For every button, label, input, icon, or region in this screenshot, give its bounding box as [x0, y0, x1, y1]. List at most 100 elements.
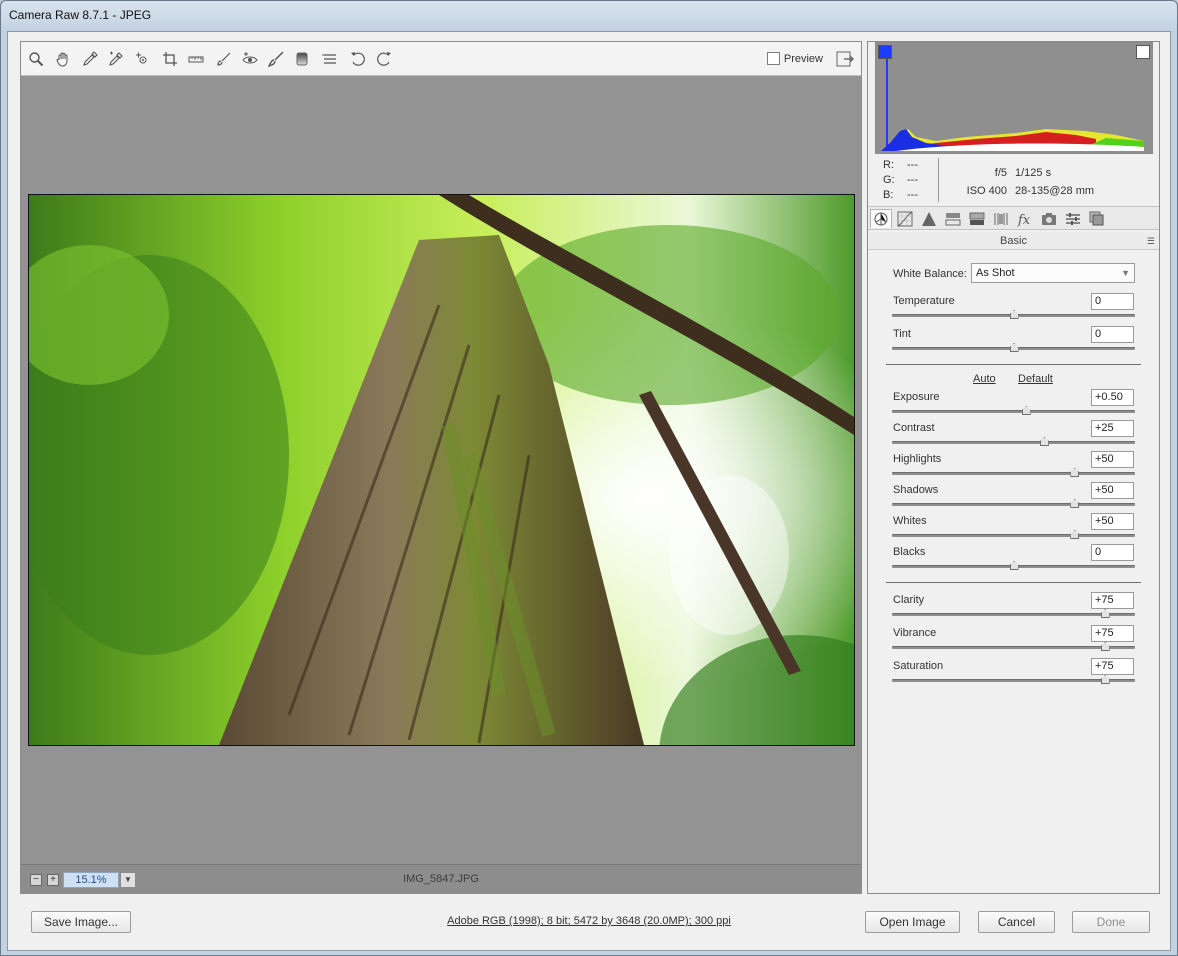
readout-divider — [938, 158, 939, 202]
shadow-clipping-warning-icon[interactable] — [878, 45, 892, 59]
tab-basic-icon[interactable] — [870, 209, 892, 228]
white-balance-tool-icon[interactable] — [81, 50, 99, 68]
contrast-slider[interactable] — [892, 437, 1135, 446]
tab-tone-curve-icon[interactable] — [894, 209, 916, 228]
iso: ISO 400 — [966, 185, 1007, 197]
tab-detail-icon[interactable] — [918, 209, 940, 228]
vibrance-slider[interactable] — [892, 642, 1135, 651]
toolbar: Preview — [21, 42, 861, 76]
color-sampler-tool-icon[interactable] — [107, 50, 125, 68]
svg-text:fx: fx — [1017, 213, 1031, 227]
tab-snapshots-icon[interactable] — [1086, 209, 1108, 228]
blacks-slider[interactable] — [892, 561, 1135, 570]
temperature-slider-thumb[interactable] — [1009, 310, 1019, 319]
whites-slider[interactable] — [892, 530, 1135, 539]
highlights-slider[interactable] — [892, 468, 1135, 477]
spot-removal-tool-icon[interactable] — [215, 50, 233, 68]
shadows-label: Shadows — [893, 484, 939, 496]
tab-hsl-icon[interactable] — [942, 209, 964, 228]
exposure-slider[interactable] — [892, 406, 1135, 415]
targeted-adjustment-tool-icon[interactable] — [133, 50, 151, 68]
panel-menu-icon[interactable]: ☰ — [1147, 236, 1155, 247]
workflow-options-text[interactable]: Adobe RGB (1998); 8 bit; 5472 by 3648 (2… — [447, 915, 731, 927]
clarity-slider-thumb[interactable] — [1100, 609, 1110, 618]
auto-link[interactable]: Auto — [973, 373, 996, 385]
temperature-slider[interactable] — [892, 310, 1135, 319]
adjustment-brush-icon[interactable] — [267, 50, 285, 68]
panel-tabs: fx — [868, 206, 1159, 230]
save-image-button[interactable]: Save Image... — [31, 911, 131, 933]
crop-tool-icon[interactable] — [161, 50, 179, 68]
contrast-value[interactable]: +25 — [1091, 420, 1134, 437]
panel-title: Basic — [868, 232, 1159, 250]
straighten-tool-icon[interactable] — [187, 50, 205, 68]
blacks-slider-thumb[interactable] — [1009, 561, 1019, 570]
preview-panel: Preview − + 15.1% ▼ IMG_5847.JPG — [20, 41, 862, 894]
shadows-slider[interactable] — [892, 499, 1135, 508]
tint-slider-thumb[interactable] — [1009, 343, 1019, 352]
clarity-slider[interactable] — [892, 609, 1135, 618]
r-label: R: — [883, 159, 894, 171]
fullscreen-icon[interactable] — [835, 49, 855, 69]
window-title: Camera Raw 8.7.1 - JPEG — [9, 8, 152, 22]
tint-value[interactable]: 0 — [1091, 326, 1134, 343]
tab-split-toning-icon[interactable] — [966, 209, 988, 228]
cancel-button[interactable]: Cancel — [978, 911, 1055, 933]
exposure-slider-thumb[interactable] — [1021, 406, 1031, 415]
lens: 28-135@28 mm — [1015, 185, 1095, 197]
temperature-label: Temperature — [893, 295, 955, 307]
preview-checkbox[interactable] — [766, 52, 780, 65]
preview-canvas[interactable] — [21, 76, 861, 866]
tab-presets-icon[interactable] — [1062, 209, 1084, 228]
tint-label: Tint — [893, 328, 911, 340]
whites-value[interactable]: +50 — [1091, 513, 1134, 530]
done-button[interactable]: Done — [1072, 911, 1150, 933]
saturation-value[interactable]: +75 — [1091, 658, 1134, 675]
b-label: B: — [883, 189, 894, 201]
exposure-value[interactable]: +0.50 — [1091, 389, 1134, 406]
white-balance-select[interactable]: As Shot ▼ — [971, 263, 1135, 283]
dialog-client: Preview − + 15.1% ▼ IMG_5847.JPG R: --- … — [7, 31, 1171, 951]
rotate-left-icon[interactable] — [349, 50, 367, 68]
blacks-value[interactable]: 0 — [1091, 544, 1134, 561]
shadows-slider-thumb[interactable] — [1070, 499, 1080, 508]
tint-slider[interactable] — [892, 343, 1135, 352]
rgb-exif-readout: R: --- G: --- B: --- f/5 1/125 s ISO 400 28-1… — [875, 158, 1153, 204]
preview-label: Preview — [783, 52, 823, 65]
radial-filter-icon[interactable] — [321, 50, 339, 68]
rotate-right-icon[interactable] — [375, 50, 393, 68]
tab-lens-corrections-icon[interactable] — [990, 209, 1012, 228]
white-balance-label: White Balance: — [893, 268, 967, 280]
clarity-value[interactable]: +75 — [1091, 592, 1134, 609]
g-value: --- — [907, 174, 918, 186]
contrast-slider-thumb[interactable] — [1039, 437, 1049, 446]
saturation-slider-thumb[interactable] — [1100, 675, 1110, 684]
zoom-tool-icon[interactable] — [27, 50, 45, 68]
whites-slider-thumb[interactable] — [1070, 530, 1080, 539]
temperature-value[interactable]: 0 — [1091, 293, 1134, 310]
vibrance-slider-thumb[interactable] — [1100, 642, 1110, 651]
title-bar[interactable]: Camera Raw 8.7.1 - JPEG — [1, 1, 1177, 31]
tab-effects-icon[interactable]: fx — [1014, 209, 1036, 228]
vibrance-value[interactable]: +75 — [1091, 625, 1134, 642]
highlights-slider-thumb[interactable] — [1070, 468, 1080, 477]
shutter-speed: 1/125 s — [1015, 167, 1052, 179]
adjustments-panel: R: --- G: --- B: --- f/5 1/125 s ISO 400 28-1… — [867, 41, 1160, 894]
hand-tool-icon[interactable] — [54, 50, 72, 68]
contrast-label: Contrast — [893, 422, 935, 434]
default-link[interactable]: Default — [1018, 373, 1053, 385]
exif-info: f/5 1/125 s ISO 400 28-135@28 mm — [955, 164, 1094, 200]
graduated-filter-icon[interactable] — [293, 50, 311, 68]
highlights-value[interactable]: +50 — [1091, 451, 1134, 468]
open-image-button[interactable]: Open Image — [865, 911, 960, 933]
whites-label: Whites — [893, 515, 927, 527]
shadows-value[interactable]: +50 — [1091, 482, 1134, 499]
section-divider — [886, 364, 1141, 365]
preview-toggle[interactable]: Preview — [766, 52, 823, 65]
aperture: f/5 — [994, 167, 1007, 179]
red-eye-removal-tool-icon[interactable] — [241, 50, 259, 68]
saturation-slider[interactable] — [892, 675, 1135, 684]
tab-camera-calibration-icon[interactable] — [1038, 209, 1060, 228]
chevron-down-icon: ▼ — [1121, 268, 1130, 278]
highlight-clipping-warning-icon[interactable] — [1136, 45, 1150, 59]
